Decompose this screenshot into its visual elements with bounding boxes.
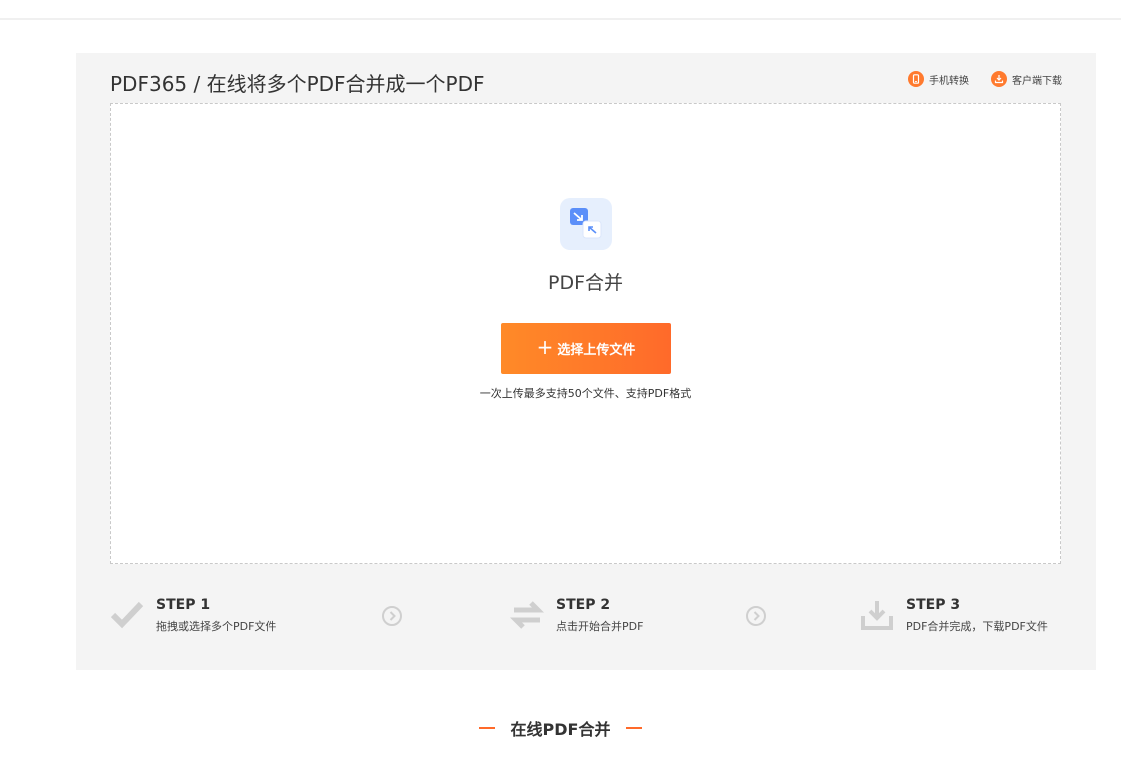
client-download-link[interactable]: 客户端下载 (991, 71, 1062, 87)
step-2-title: STEP 2 (556, 597, 611, 613)
chevron-right-icon (381, 605, 403, 627)
file-drop-zone[interactable]: PDF合并 + 选择上传文件 一次上传最多支持50个文件、支持PDF格式 (110, 103, 1061, 564)
page-title: PDF365 / 在线将多个PDF合并成一个PDF (110, 72, 485, 96)
header-links: 手机转换 客户端下载 (908, 71, 1062, 87)
section-heading: 在线PDF合并 (510, 720, 611, 739)
download-tray-icon (860, 598, 894, 632)
swap-arrows-icon (509, 598, 545, 632)
step-1-desc: 拖拽或选择多个PDF文件 (156, 620, 277, 633)
plus-icon: + (536, 335, 554, 359)
mobile-convert-link[interactable]: 手机转换 (908, 71, 969, 87)
section-heading-row: 在线PDF合并 (0, 716, 1121, 740)
step-3-desc: PDF合并完成，下载PDF文件 (906, 620, 1048, 633)
step-2: STEP 2 点击开始合并PDF (509, 596, 644, 634)
step-3: STEP 3 PDF合并完成，下载PDF文件 (860, 596, 1048, 634)
download-icon (991, 71, 1007, 87)
phone-icon (908, 71, 924, 87)
step-2-desc: 点击开始合并PDF (556, 620, 644, 633)
chevron-right-icon (745, 605, 767, 627)
mobile-convert-label: 手机转换 (929, 75, 969, 87)
merge-files-icon (560, 198, 612, 250)
step-1: STEP 1 拖拽或选择多个PDF文件 (110, 596, 276, 634)
step-3-title: STEP 3 (906, 597, 961, 613)
check-icon (110, 598, 144, 632)
heading-dash-left (478, 727, 495, 729)
client-download-label: 客户端下载 (1012, 75, 1062, 87)
select-upload-file-button[interactable]: + 选择上传文件 (501, 323, 671, 374)
tool-name: PDF合并 (547, 272, 624, 294)
step-1-title: STEP 1 (156, 597, 211, 613)
top-divider (0, 18, 1121, 20)
upload-hint: 一次上传最多支持50个文件、支持PDF格式 (479, 387, 692, 400)
upload-button-label: 选择上传文件 (557, 343, 636, 358)
heading-dash-right (626, 727, 643, 729)
merge-tool-panel: PDF365 / 在线将多个PDF合并成一个PDF 手机转换 客户端下载 PDF… (76, 53, 1096, 670)
